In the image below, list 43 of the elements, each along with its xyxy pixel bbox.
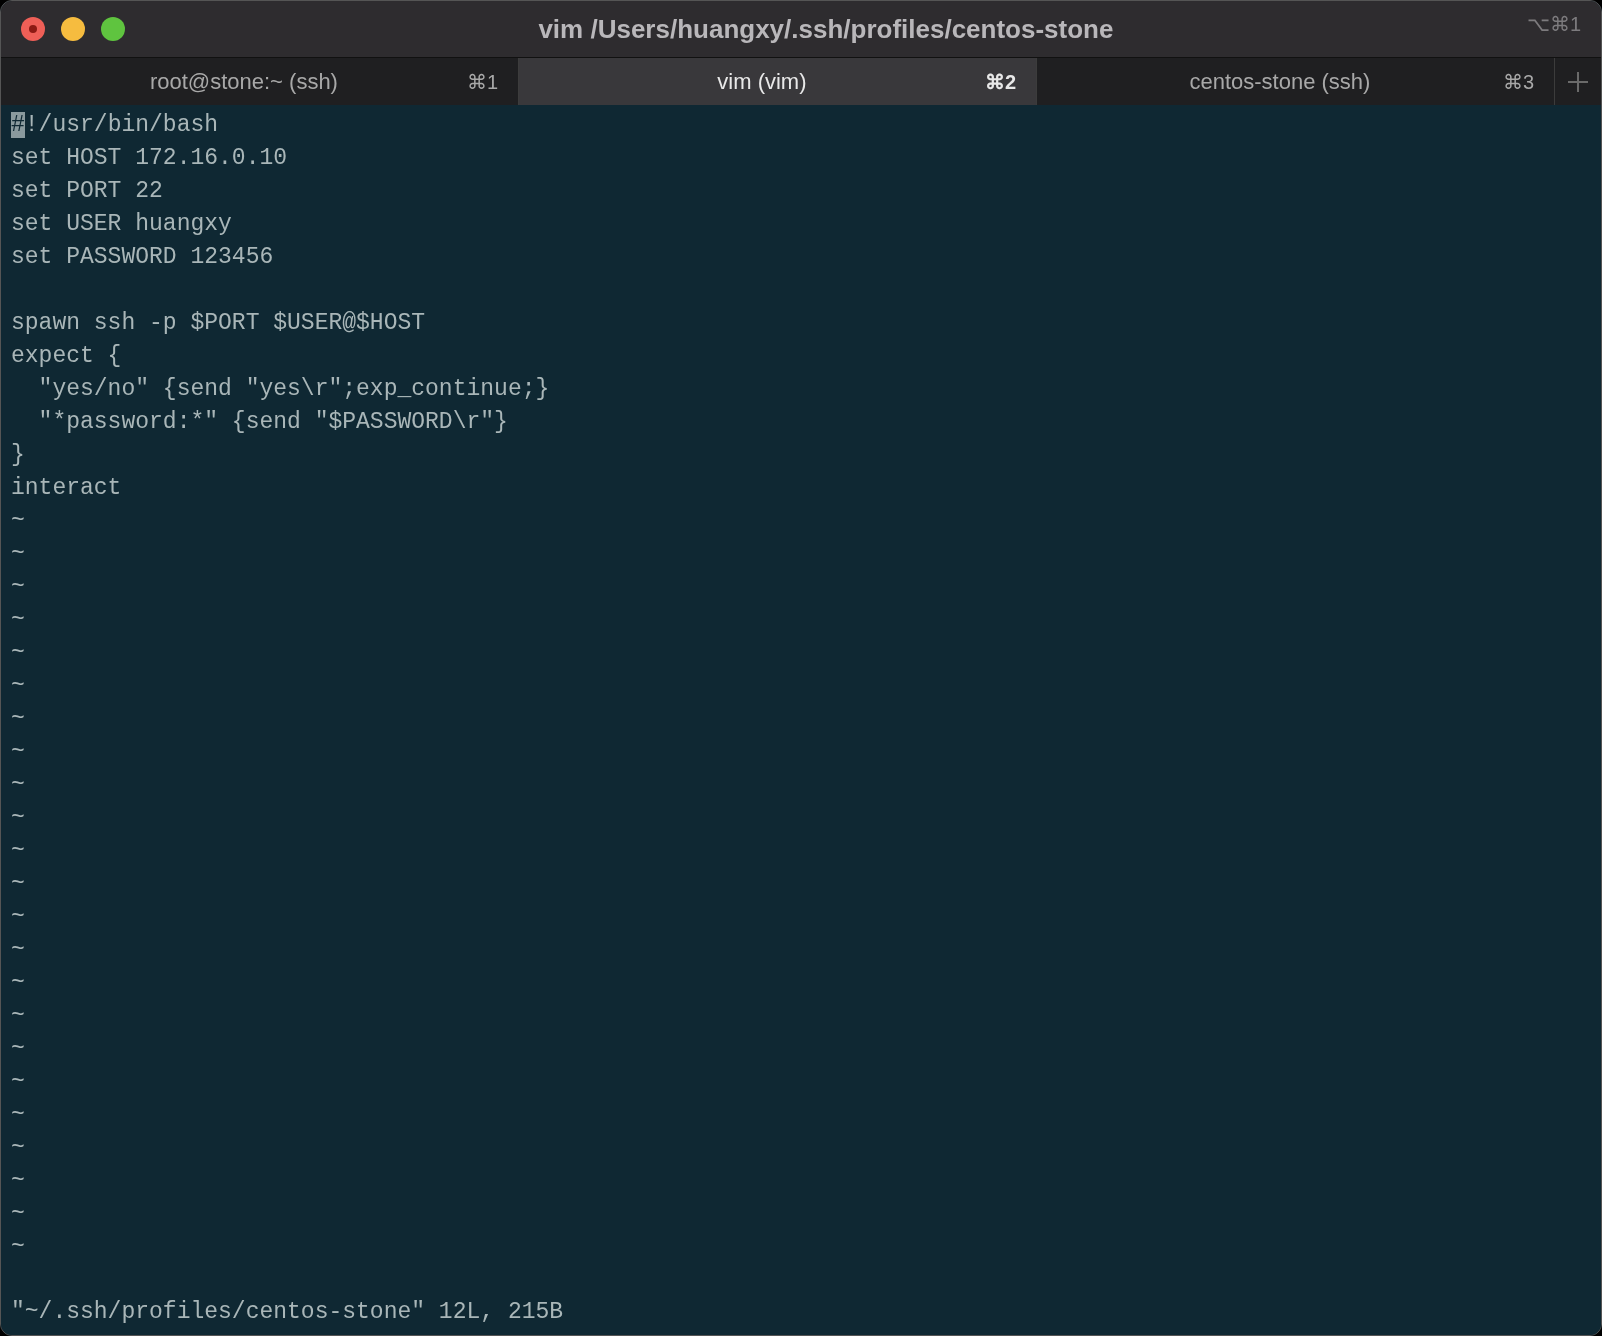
- empty-line-marker: ~: [11, 606, 25, 635]
- empty-line-marker: ~: [11, 672, 25, 701]
- empty-line-marker: ~: [11, 903, 25, 932]
- code-line: spawn ssh -p $PORT $USER@$HOST: [11, 309, 427, 338]
- empty-line-marker: ~: [11, 969, 25, 998]
- empty-line-marker: ~: [11, 639, 25, 668]
- code-line: #!/usr/bin/bash: [11, 111, 220, 140]
- empty-line-marker: ~: [11, 738, 25, 767]
- empty-line-marker: ~: [11, 936, 25, 965]
- window-shortcut: ⌥⌘1: [1526, 12, 1581, 37]
- empty-line-marker: ~: [11, 837, 25, 866]
- empty-line-marker: ~: [11, 1101, 25, 1130]
- code-line: expect {: [11, 342, 123, 371]
- empty-line-marker: ~: [11, 573, 25, 602]
- empty-line-marker: ~: [11, 1233, 25, 1262]
- empty-line-marker: ~: [11, 771, 25, 800]
- empty-line-marker: ~: [11, 870, 25, 899]
- empty-line-marker: ~: [11, 540, 25, 569]
- code-line: set PORT 22: [11, 177, 164, 206]
- empty-line-marker: ~: [11, 1068, 25, 1097]
- empty-line-marker: ~: [11, 1002, 25, 1031]
- window-title: vim /Users/huangxy/.ssh/profiles/centos-stone: [538, 12, 1114, 46]
- plus-icon: [1567, 70, 1589, 93]
- tab[interactable]: vim (vim) ⌘2: [519, 58, 1037, 105]
- status-line: "~/.ssh/profiles/centos-stone" 12L, 215B: [11, 1298, 565, 1327]
- code-line: set USER huangxy: [11, 210, 233, 239]
- code-line: }: [11, 441, 26, 470]
- empty-line-marker: ~: [11, 507, 25, 536]
- code-line: set HOST 172.16.0.10: [11, 144, 289, 173]
- empty-line-marker: ~: [11, 1035, 25, 1064]
- close-button[interactable]: [21, 17, 45, 41]
- empty-line-marker: ~: [11, 804, 25, 833]
- minimize-button[interactable]: [61, 17, 85, 41]
- maximize-button[interactable]: [101, 17, 125, 41]
- empty-line-marker: ~: [11, 705, 25, 734]
- empty-line-marker: ~: [11, 1200, 25, 1229]
- code-line: interact: [11, 474, 123, 503]
- code-line: "yes/no" {send "yes\r";exp_continue;}: [37, 375, 551, 404]
- empty-line-marker: ~: [11, 1167, 25, 1196]
- empty-line-marker: ~: [11, 1134, 25, 1163]
- code-line: set PASSWORD 123456: [11, 243, 275, 272]
- code-line: "*password:*" {send "$PASSWORD\r"}: [37, 408, 509, 437]
- close-icon: [29, 25, 37, 33]
